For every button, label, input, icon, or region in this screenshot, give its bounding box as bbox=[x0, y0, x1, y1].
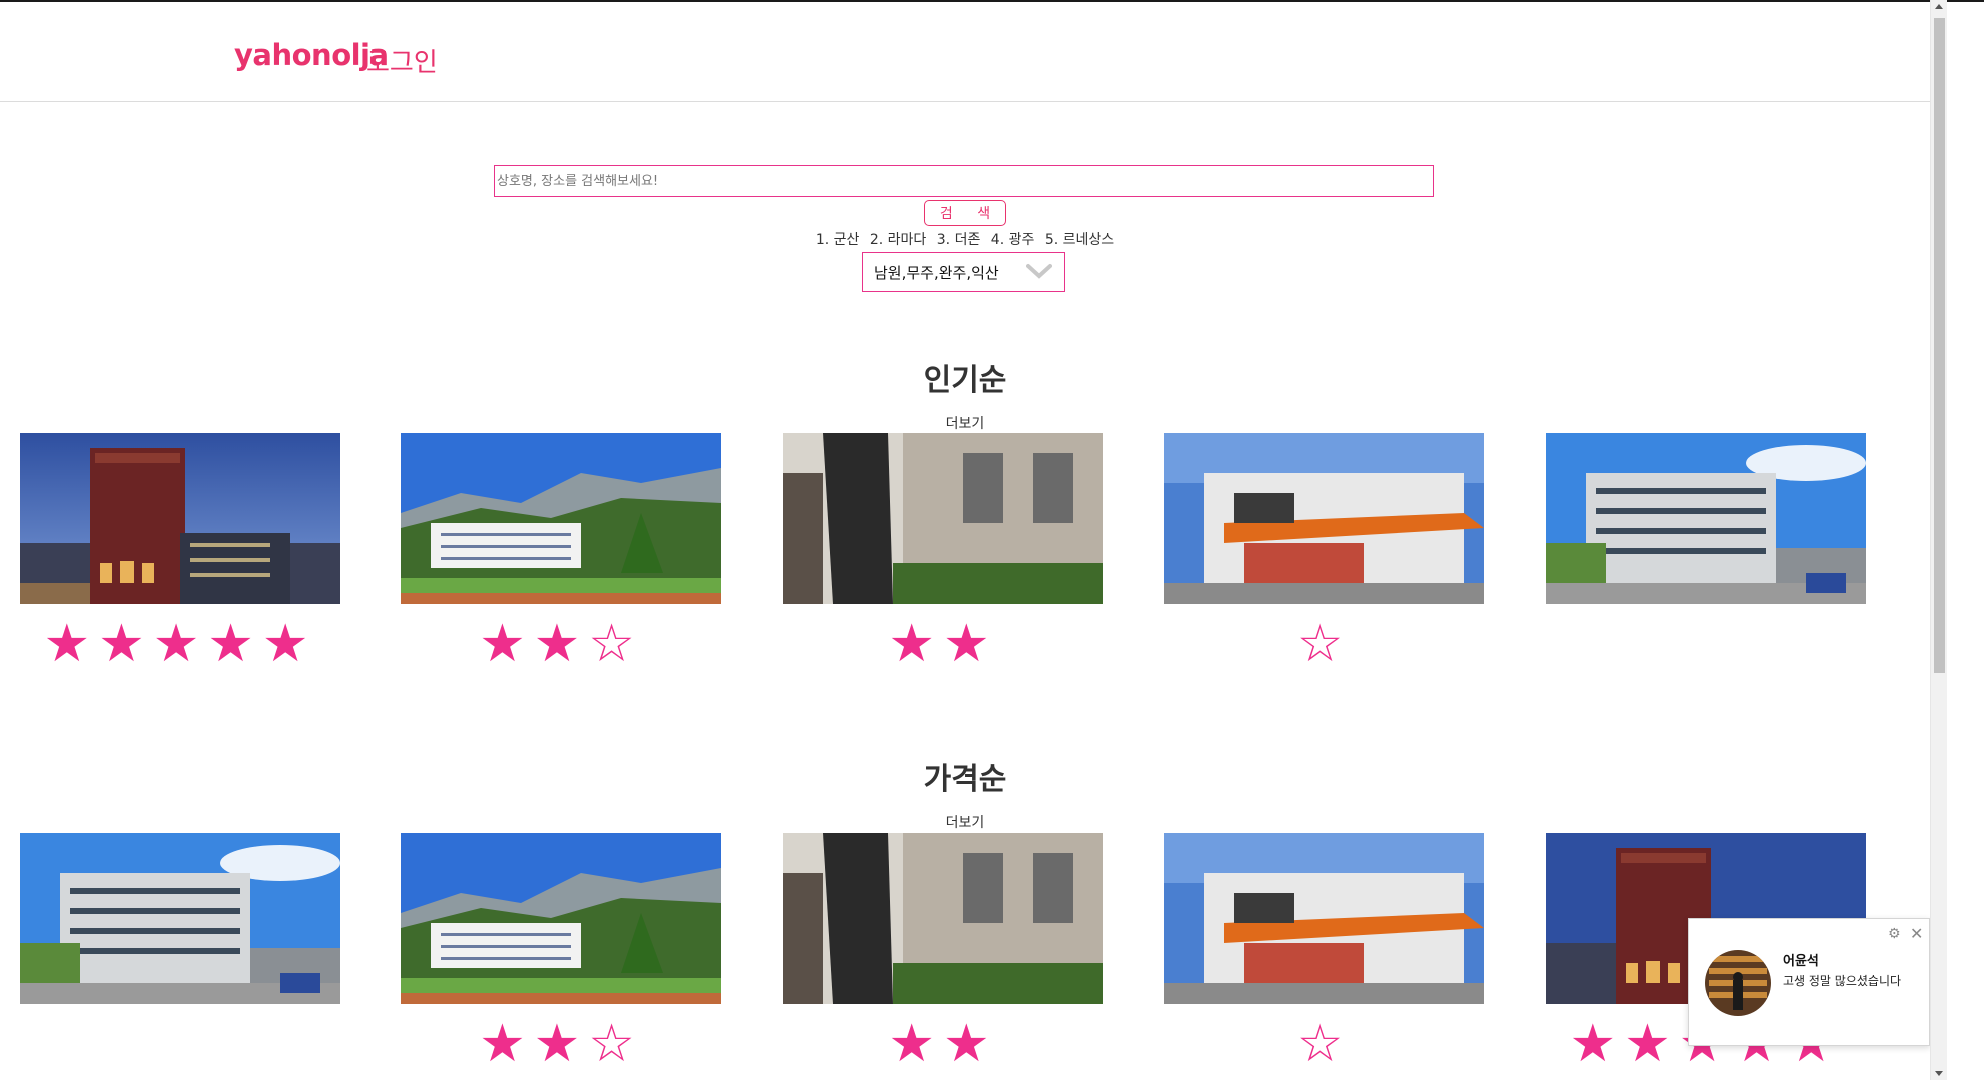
header: yahonolja 로그인 bbox=[0, 2, 1930, 102]
avatar bbox=[1705, 950, 1771, 1016]
mountain-hotel-icon[interactable] bbox=[401, 433, 721, 604]
hotel-card[interactable]: ☆ bbox=[1164, 833, 1484, 1078]
hotel-card[interactable]: ★★ bbox=[783, 433, 1103, 678]
keyword-1[interactable]: 1. 군산 bbox=[816, 232, 860, 248]
motel-building-icon[interactable] bbox=[1164, 833, 1484, 1004]
scroll-down-icon[interactable] bbox=[1935, 1071, 1943, 1076]
keyword-4[interactable]: 4. 광주 bbox=[991, 232, 1035, 248]
chat-message: 고생 정말 많으셨습니다 bbox=[1783, 974, 1902, 988]
hotel-card[interactable] bbox=[1546, 433, 1866, 610]
yeosu-hotel-icon[interactable] bbox=[1546, 433, 1866, 604]
hotel-card[interactable]: ★★☆ bbox=[401, 833, 721, 1078]
section-title-popular: 인기순 bbox=[923, 363, 1007, 398]
search-input[interactable] bbox=[494, 165, 1434, 197]
region-select-value: 남원,무주,완주,익산 bbox=[874, 264, 999, 282]
gear-icon[interactable]: ⚙ bbox=[1888, 926, 1901, 942]
keyword-2[interactable]: 2. 라마다 bbox=[870, 232, 926, 248]
star-rating: ★★☆ bbox=[479, 614, 643, 674]
section-title-price: 가격순 bbox=[923, 762, 1007, 797]
price-row: ★★☆ ★★ ☆ bbox=[0, 833, 1930, 1074]
star-rating: ★★ bbox=[888, 614, 998, 674]
keyword-5[interactable]: 5. 르네상스 bbox=[1045, 232, 1114, 248]
night-hotel-icon[interactable] bbox=[20, 433, 340, 604]
search-button[interactable]: 검 색 bbox=[924, 200, 1006, 226]
chat-notification[interactable]: ⚙ ✕ 어윤석 고생 정말 많으셨습니다 bbox=[1688, 918, 1930, 1046]
region-select[interactable]: 남원,무주,완주,익산 bbox=[862, 252, 1065, 292]
scrollbar-thumb[interactable] bbox=[1934, 18, 1945, 673]
popular-row: ★★★★★ ★★☆ ★★ ☆ bbox=[0, 433, 1930, 674]
river-hotel-icon[interactable] bbox=[783, 833, 1103, 1004]
chevron-down-icon bbox=[1026, 264, 1052, 279]
keyword-3[interactable]: 3. 더존 bbox=[937, 232, 981, 248]
scroll-up-icon[interactable] bbox=[1935, 4, 1943, 9]
star-rating: ★★ bbox=[888, 1014, 998, 1074]
hotel-card[interactable] bbox=[20, 833, 340, 1010]
hotel-card[interactable]: ★★★★★ bbox=[20, 433, 340, 678]
more-link-price[interactable]: 더보기 bbox=[0, 812, 1930, 832]
yeosu-hotel-icon[interactable] bbox=[20, 833, 340, 1004]
more-link-popular[interactable]: 더보기 bbox=[0, 413, 1930, 433]
vertical-scrollbar[interactable] bbox=[1930, 0, 1947, 1080]
star-rating: ★★☆ bbox=[479, 1014, 643, 1074]
star-rating: ☆ bbox=[1296, 1014, 1352, 1074]
close-icon[interactable]: ✕ bbox=[1910, 924, 1923, 943]
mountain-hotel-icon[interactable] bbox=[401, 833, 721, 1004]
chat-sender-name: 어윤석 bbox=[1783, 954, 1819, 969]
hotel-card[interactable]: ☆ bbox=[1164, 433, 1484, 678]
hotel-card[interactable]: ★★☆ bbox=[401, 433, 721, 678]
star-rating: ☆ bbox=[1296, 614, 1352, 674]
hotel-card[interactable]: ★★ bbox=[783, 833, 1103, 1078]
top-keywords: 1. 군산 2. 라마다 3. 더존 4. 광주 5. 르네상스 bbox=[0, 229, 1930, 249]
motel-building-icon[interactable] bbox=[1164, 433, 1484, 604]
login-link[interactable]: 로그인 bbox=[366, 42, 438, 79]
star-rating: ★★★★★ bbox=[43, 614, 317, 674]
river-hotel-icon[interactable] bbox=[783, 433, 1103, 604]
